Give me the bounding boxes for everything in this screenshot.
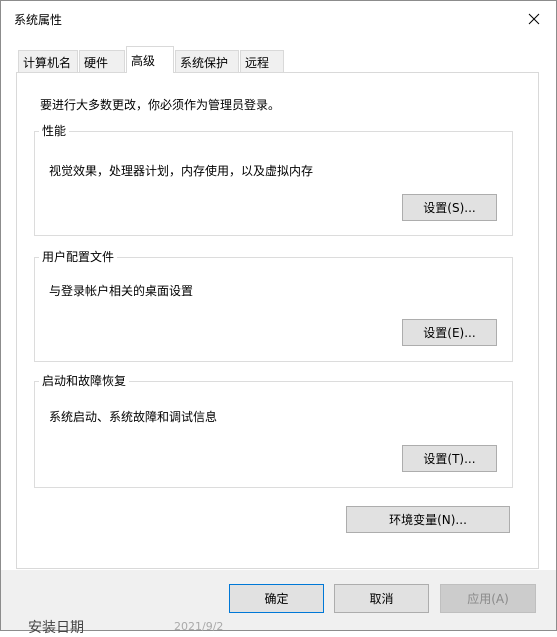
performance-description: 视觉效果，处理器计划，内存使用，以及虚拟内存 [49, 164, 314, 178]
close-button[interactable] [511, 0, 557, 40]
user-profiles-title: 用户配置文件 [42, 250, 115, 264]
tab-advanced[interactable]: 高级 [126, 46, 174, 73]
close-icon [528, 13, 540, 28]
title-bar: 系统属性 [0, 0, 557, 40]
cancel-button[interactable]: 取消 [334, 584, 429, 613]
apply-button[interactable]: 应用(A) [440, 584, 536, 613]
tab-hardware[interactable]: 硬件 [79, 50, 125, 72]
background-install-date-label: 安装日期 [28, 620, 84, 636]
ok-button[interactable]: 确定 [229, 584, 324, 613]
performance-title: 性能 [42, 124, 67, 138]
tab-system-protection[interactable]: 系统保护 [175, 50, 239, 72]
startup-recovery-description: 系统启动、系统故障和调试信息 [49, 410, 218, 424]
user-profiles-settings-button[interactable]: 设置(E)... [402, 319, 497, 346]
startup-recovery-settings-button[interactable]: 设置(T)... [402, 445, 497, 472]
user-profiles-description: 与登录帐户相关的桌面设置 [49, 284, 194, 298]
environment-variables-button[interactable]: 环境变量(N)... [346, 506, 510, 533]
window-title: 系统属性 [14, 13, 63, 27]
tab-computer-name[interactable]: 计算机名 [18, 50, 78, 72]
startup-recovery-title: 启动和故障恢复 [42, 374, 127, 388]
performance-settings-button[interactable]: 设置(S)... [402, 194, 497, 221]
background-install-date-value: 2021/9/2 [174, 620, 224, 633]
admin-note: 要进行大多数更改，你必须作为管理员登录。 [40, 98, 281, 112]
tab-remote[interactable]: 远程 [240, 50, 284, 72]
